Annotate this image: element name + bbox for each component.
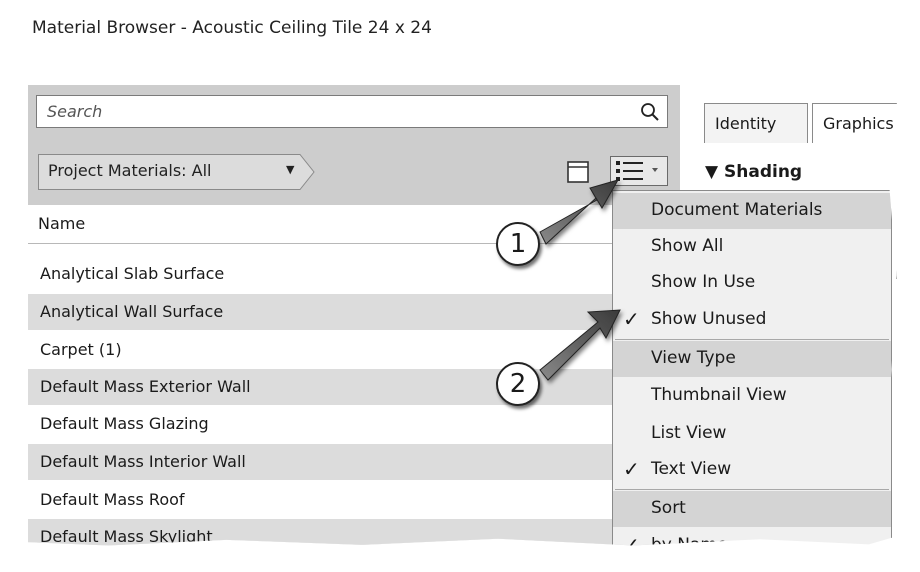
list-item[interactable]: Default Mass Glazing	[28, 406, 620, 442]
list-item-label: Analytical Wall Surface	[40, 302, 224, 321]
dropdown-arrow-icon: ▼	[286, 163, 295, 176]
title-bar: Material Browser - Acoustic Ceiling Tile…	[0, 0, 898, 78]
window-title: Material Browser - Acoustic Ceiling Tile…	[32, 18, 432, 38]
list-item[interactable]: Analytical Wall Surface	[28, 294, 620, 330]
menu-separator	[615, 339, 889, 340]
list-item-label: Default Mass Exterior Wall	[40, 377, 251, 396]
menu-header-view-type: View Type	[613, 341, 891, 377]
list-item-label: Default Mass Interior Wall	[40, 452, 246, 471]
list-item-label: Default Mass Skylight	[40, 527, 213, 546]
menu-item-label: Thumbnail View	[651, 385, 787, 405]
menu-item-show-all[interactable]: Show All	[613, 229, 891, 265]
menu-item-sort-by-name[interactable]: ✓ by Name	[613, 528, 891, 557]
list-item-label: Default Mass Roof	[40, 490, 185, 509]
column-header-label: Name	[38, 214, 86, 233]
menu-item-label: Document Materials	[651, 200, 823, 220]
callout-1: 1	[496, 222, 540, 266]
menu-separator	[615, 489, 889, 490]
tab-label: Graphics	[823, 114, 894, 133]
list-item[interactable]: Carpet (1)	[28, 332, 620, 368]
search-input[interactable]: Search	[36, 95, 668, 128]
tab-identity[interactable]: Identity	[704, 103, 808, 143]
shading-section-header[interactable]: ▼ Shading	[705, 162, 802, 182]
section-label: Shading	[724, 162, 803, 182]
list-item[interactable]: Default Mass Interior Wall	[28, 444, 620, 480]
tab-label: Identity	[715, 114, 777, 133]
tab-graphics[interactable]: Graphics	[812, 103, 898, 143]
clipped-label-fragment: n	[895, 380, 905, 398]
menu-item-text-view[interactable]: ✓ Text View	[613, 452, 891, 488]
list-item-label: Analytical Slab Surface	[40, 264, 225, 283]
filter-label: Project Materials: All	[48, 161, 212, 180]
clipped-label-fragment: r	[895, 265, 902, 283]
clipped-label-fragment: y	[895, 325, 904, 343]
menu-item-label: by Name	[651, 535, 728, 555]
panel-toggle-icon[interactable]	[566, 160, 590, 184]
menu-item-show-in-use[interactable]: Show In Use	[613, 265, 891, 301]
menu-item-label: View Type	[651, 348, 736, 368]
menu-item-thumbnail-view[interactable]: Thumbnail View	[613, 378, 891, 414]
checkmark-icon: ✓	[623, 307, 640, 331]
view-options-menu: Document Materials Show All Show In Use …	[612, 190, 892, 557]
callout-2: 2	[496, 362, 540, 406]
view-options-icon[interactable]	[610, 156, 668, 186]
menu-item-label: Sort	[651, 498, 686, 518]
menu-header-document-materials: Document Materials	[613, 193, 891, 229]
menu-item-label: List View	[651, 423, 727, 443]
checkmark-icon: ✓	[623, 533, 640, 557]
menu-item-label: Show Unused	[651, 309, 767, 329]
list-item-label: Default Mass Glazing	[40, 414, 209, 433]
list-item[interactable]: Default Mass Skylight	[28, 519, 620, 546]
material-browser-window: Material Browser - Acoustic Ceiling Tile…	[0, 0, 905, 557]
menu-item-label: Show In Use	[651, 272, 756, 292]
list-item-label: Carpet (1)	[40, 340, 122, 359]
menu-item-list-view[interactable]: List View	[613, 416, 891, 452]
search-icon[interactable]	[639, 101, 661, 123]
menu-item-label: Show All	[651, 236, 724, 256]
collapse-triangle-icon: ▼	[705, 162, 724, 182]
menu-header-sort: Sort	[613, 491, 891, 527]
menu-item-label: Text View	[651, 459, 732, 479]
checkmark-icon: ✓	[623, 457, 640, 481]
list-item[interactable]: Default Mass Roof	[28, 482, 620, 518]
menu-item-show-unused[interactable]: ✓ Show Unused	[613, 302, 891, 338]
search-placeholder: Search	[47, 102, 103, 121]
